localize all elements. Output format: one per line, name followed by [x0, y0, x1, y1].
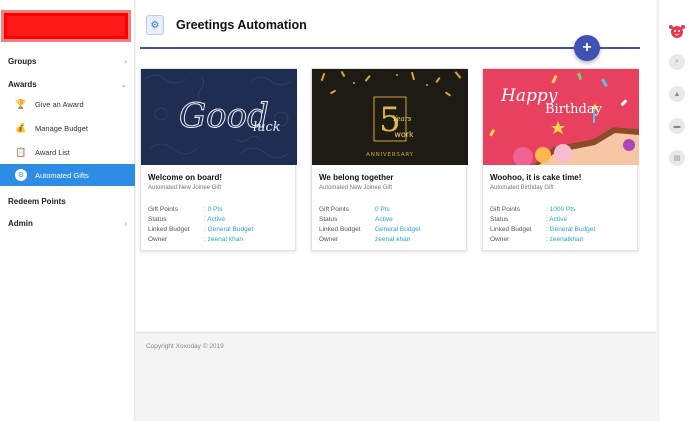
- chevron-down-icon: ⌄: [120, 79, 127, 89]
- card-subtitle: Automated New Joinee Gift: [319, 185, 393, 191]
- field-key: Status: [490, 216, 509, 223]
- list-icon: 📋: [15, 146, 27, 157]
- field-key: Linked Budget: [319, 226, 361, 233]
- card-field-owner: Owner : zeenat khan: [148, 236, 293, 243]
- cake-icon[interactable]: ▬: [669, 118, 685, 134]
- footer: Copyright Xoxoday © 2019: [136, 332, 656, 421]
- robot-gift-icon: ⚙: [15, 169, 27, 181]
- right-rail: ⌕ ▲ ▬ ▤: [658, 0, 694, 421]
- field-value[interactable]: : General Budget: [546, 226, 595, 233]
- gift-card-welcome[interactable]: Good luck Welcome on board! Automated Ne…: [140, 68, 297, 251]
- add-automation-button[interactable]: +: [574, 35, 600, 61]
- card-field-linked-budget: Linked Budget General Budget: [319, 226, 464, 233]
- title-divider: [140, 47, 640, 49]
- field-value: : 0 Pts: [204, 206, 223, 213]
- field-value[interactable]: General Budget: [375, 226, 421, 233]
- image-text-anniversary: ANNIVERSARY: [366, 152, 414, 158]
- chevron-right-icon: ›: [124, 218, 127, 228]
- card-field-linked-budget: Linked Budget : General Budget: [490, 226, 635, 233]
- field-key: Status: [148, 216, 167, 223]
- sidebar-section-awards[interactable]: Awards ⌄: [0, 74, 135, 94]
- card-title: Woohoo, it is cake time!: [490, 173, 582, 182]
- image-text-luck: luck: [253, 120, 281, 135]
- sidebar-section-label: Groups: [8, 56, 37, 66]
- card-image-good-luck: Good luck: [141, 69, 297, 165]
- field-value[interactable]: zeenat khan: [375, 236, 410, 243]
- field-value: : Active: [204, 216, 225, 223]
- card-subtitle: Automated Birthday Gift: [490, 185, 554, 191]
- sidebar-item-label: Give an Award: [35, 99, 84, 109]
- image-text-years: Years: [392, 115, 412, 123]
- brand-logo-fill: [7, 16, 125, 36]
- field-key: Owner: [490, 236, 510, 243]
- field-key: Gift Points: [490, 206, 520, 213]
- card-field-gift-points: Gift Points : 0 Pts: [148, 206, 293, 213]
- field-key: Status: [319, 216, 338, 223]
- card-field-status: Status : Active: [148, 216, 293, 223]
- sidebar-section-groups[interactable]: Groups ›: [0, 51, 135, 71]
- calendar-icon[interactable]: ▤: [669, 150, 685, 166]
- card-title: We belong together: [319, 173, 394, 182]
- card-image-happy-birthday: Happy Birthday: [483, 69, 639, 165]
- card-field-gift-points: Gift Points : 1000 Pts: [490, 206, 635, 213]
- search-icon[interactable]: ⌕: [669, 54, 685, 70]
- field-key: Owner: [148, 236, 168, 243]
- card-field-owner: Owner : zeenatkhan: [490, 236, 635, 243]
- card-subtitle: Automated New Joinee Gift: [148, 185, 222, 191]
- field-key: Linked Budget: [148, 226, 190, 233]
- birthday-illustration: Happy Birthday: [483, 69, 639, 165]
- field-key: Linked Budget: [490, 226, 532, 233]
- good-luck-illustration: Good luck: [141, 69, 297, 165]
- sidebar-item-label: Award List: [35, 147, 70, 157]
- card-field-owner: Owner zeenat khan: [319, 236, 464, 243]
- field-key: Gift Points: [148, 206, 178, 213]
- field-key: Gift Points: [319, 206, 349, 213]
- chevron-right-icon: ›: [124, 56, 127, 66]
- sidebar-item-label: Manage Budget: [35, 123, 88, 133]
- sidebar: Groups › Awards ⌄ 🏆 Give an Award 💰 Mana…: [0, 0, 135, 421]
- sidebar-section-redeem-points[interactable]: Redeem Points: [0, 191, 135, 211]
- coins-icon: 💰: [15, 122, 27, 133]
- field-value: 0 Pts: [375, 206, 390, 213]
- mascot-icon[interactable]: [668, 22, 686, 40]
- page-title: Greetings Automation: [176, 18, 307, 32]
- greetings-automation-icon: ⚙: [146, 15, 164, 35]
- anniversary-illustration: 5 Years work ANNIVERSARY: [312, 69, 468, 165]
- image-text-work: work: [394, 130, 414, 139]
- sidebar-section-label: Admin: [8, 218, 33, 228]
- card-title: Welcome on board!: [148, 173, 223, 182]
- trophy-hand-icon: 🏆: [15, 98, 27, 109]
- sidebar-item-label: Automated Gifts: [35, 170, 89, 180]
- sidebar-item-give-an-award[interactable]: 🏆 Give an Award: [0, 93, 135, 115]
- field-key: Owner: [319, 236, 339, 243]
- sidebar-section-label: Awards: [8, 79, 37, 89]
- field-value: : 1000 Pts: [546, 206, 576, 213]
- card-field-status: Status : Active: [490, 216, 635, 223]
- field-value[interactable]: : zeenatkhan: [546, 236, 583, 243]
- card-image-anniversary: 5 Years work ANNIVERSARY: [312, 69, 468, 165]
- sidebar-item-manage-budget[interactable]: 💰 Manage Budget: [0, 117, 135, 139]
- gift-card-birthday[interactable]: Happy Birthday Woohoo, it is cake time! …: [482, 68, 639, 251]
- card-field-status: Status Active: [319, 216, 464, 223]
- sidebar-item-automated-gifts[interactable]: ⚙ Automated Gifts: [0, 164, 135, 186]
- field-value[interactable]: : zeenat khan: [204, 236, 243, 243]
- card-field-gift-points: Gift Points 0 Pts: [319, 206, 464, 213]
- card-field-linked-budget: Linked Budget : General Budget: [148, 226, 293, 233]
- sidebar-item-award-list[interactable]: 📋 Award List: [0, 141, 135, 163]
- sidebar-section-admin[interactable]: Admin ›: [0, 213, 135, 233]
- bell-icon[interactable]: ▲: [669, 86, 685, 102]
- main-content: ⚙ Greetings Automation + Good luck Welco…: [136, 0, 656, 331]
- field-value: Active: [375, 216, 393, 223]
- copyright-text: Copyright Xoxoday © 2019: [146, 343, 224, 350]
- field-value[interactable]: : General Budget: [204, 226, 253, 233]
- field-value: : Active: [546, 216, 567, 223]
- gift-card-anniversary[interactable]: 5 Years work ANNIVERSARY We belong toget…: [311, 68, 468, 251]
- brand-logo[interactable]: [1, 10, 131, 42]
- sidebar-section-label: Redeem Points: [8, 196, 66, 206]
